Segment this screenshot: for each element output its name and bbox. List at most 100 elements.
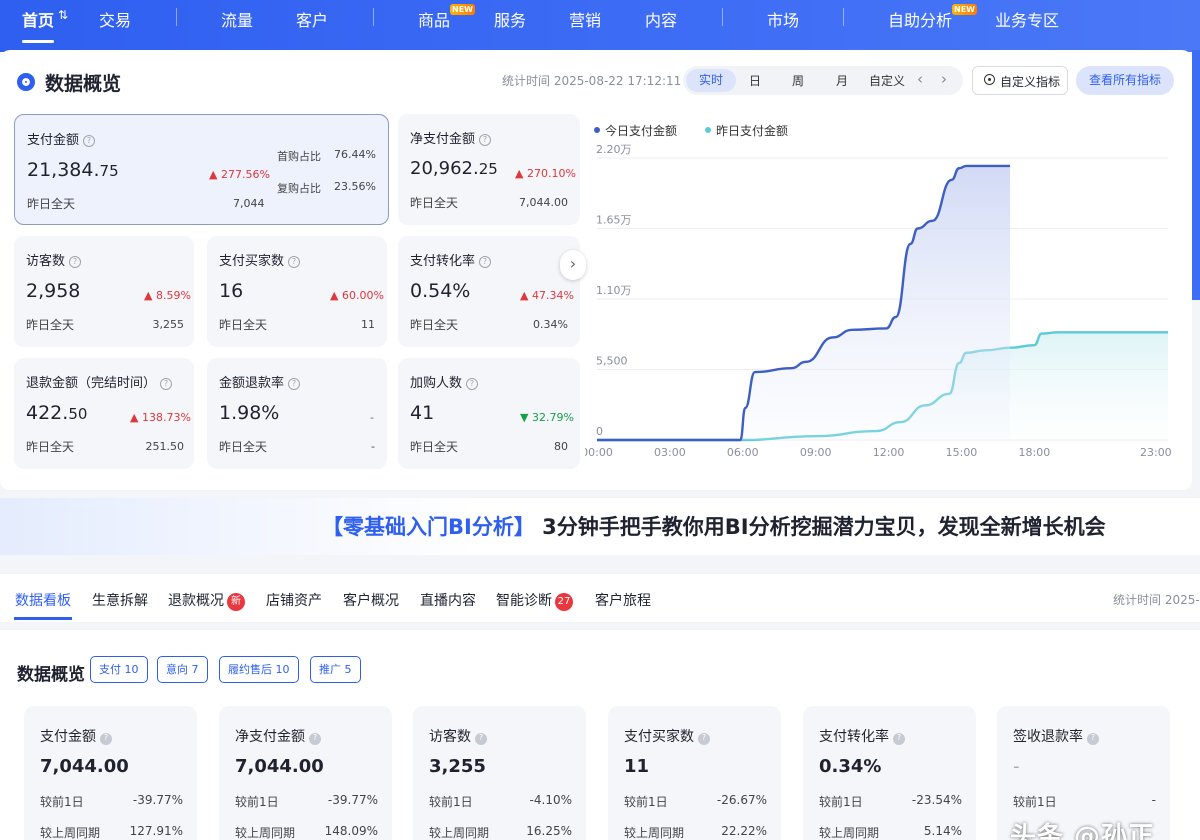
- top-nav: 首页 ⇅ 交易 流量 客户 商品 NEW 服务 营销 内容 市场 自助分析 NE…: [0, 0, 1200, 52]
- help-icon[interactable]: ?: [83, 135, 96, 147]
- kpi-card[interactable]: 访客数? 3,255 较前1日 -4.10% 较上周同期 16.25%: [413, 706, 586, 840]
- nav-item-business-zone[interactable]: 业务专区: [995, 7, 1059, 31]
- tab-store-assets[interactable]: 店铺资产: [266, 590, 322, 610]
- metric-card-net-pay-amount[interactable]: 净支付金额? 20,962.25 ▲ 270.10% 昨日全天 7,044.00: [398, 114, 580, 225]
- tab-smart-diagnosis[interactable]: 智能诊断 27: [496, 590, 573, 611]
- metric-value: 2,958: [26, 280, 81, 302]
- nav-item-customer[interactable]: 客户: [296, 7, 328, 31]
- period-custom[interactable]: 自定义: [869, 72, 905, 89]
- yesterday-value: 7,044.00: [519, 196, 568, 209]
- metric-card-visitors[interactable]: 访客数? 2,958 ▲ 8.59% 昨日全天 3,255: [14, 236, 194, 347]
- x-tick-label: 15:00: [946, 446, 978, 459]
- tab-refund-overview[interactable]: 退款概况新: [168, 590, 245, 611]
- help-icon[interactable]: ?: [309, 733, 321, 745]
- compare-label: 较前1日: [819, 795, 863, 809]
- kpi-card[interactable]: 支付金额? 7,044.00 较前1日 -39.77% 较上周同期 127.91…: [24, 706, 197, 840]
- stat-time: 统计时间 2025-08-22 17:12:11: [502, 74, 682, 88]
- metric-label: 加购人数?: [410, 372, 479, 391]
- help-icon[interactable]: ?: [100, 733, 112, 745]
- nav-item-trade[interactable]: 交易: [99, 7, 131, 31]
- payment-line-chart: 0 5,500 1.10万 1.65万 2.20万 00:00 03:00 06:00 09:0…: [585, 123, 1172, 459]
- help-icon[interactable]: ?: [475, 733, 487, 745]
- tab-business-breakdown[interactable]: 生意拆解: [92, 590, 148, 610]
- metric-label: 访客数?: [26, 250, 82, 269]
- tab-live-content[interactable]: 直播内容: [420, 590, 476, 610]
- yesterday-label: 昨日全天: [26, 318, 75, 332]
- chip-intent[interactable]: 意向 7: [157, 656, 208, 683]
- metric-card-conversion[interactable]: 支付转化率? 0.54% ▲ 47.34% 昨日全天 0.34%: [398, 236, 580, 347]
- metric-value-int: 21,384.: [27, 159, 100, 181]
- nav-item-service[interactable]: 服务: [494, 7, 526, 31]
- period-week[interactable]: 周: [792, 72, 804, 89]
- period-realtime[interactable]: 实时: [686, 69, 736, 92]
- help-icon[interactable]: ?: [160, 378, 173, 390]
- metric-value: 21,384.75: [27, 159, 119, 181]
- series-area: [597, 165, 1011, 440]
- nav-divider: [722, 8, 723, 26]
- metric-card-add-to-cart[interactable]: 加购人数? 41 ▼ 32.79% 昨日全天 80: [398, 358, 580, 469]
- new-badge: 新: [227, 593, 245, 611]
- stat-time: 统计时间 2025-0: [1113, 593, 1200, 607]
- kpi-label: 支付金额?: [40, 726, 112, 746]
- yesterday-label: 昨日全天: [26, 440, 75, 454]
- legend-marker: [705, 127, 711, 133]
- nav-item-goods[interactable]: 商品: [418, 7, 450, 31]
- tab-customer-overview[interactable]: 客户概况: [343, 590, 399, 610]
- new-badge: NEW: [450, 4, 475, 15]
- help-icon[interactable]: ?: [69, 256, 82, 268]
- period-day[interactable]: 日: [749, 72, 761, 89]
- swap-icon: ⇅: [58, 8, 69, 22]
- yesterday-label: 昨日全天: [219, 440, 268, 454]
- page-title: 数据概览: [45, 73, 122, 95]
- help-icon[interactable]: ?: [479, 134, 492, 146]
- help-icon[interactable]: ?: [466, 378, 479, 390]
- legend-label: 昨日支付金额: [716, 123, 788, 138]
- metric-label-text: 金额退款率: [219, 376, 285, 391]
- chip-fulfillment[interactable]: 履约售后 10: [219, 656, 299, 683]
- tab-dashboard[interactable]: 数据看板: [15, 590, 71, 610]
- chip-payment[interactable]: 支付 10: [90, 656, 148, 683]
- help-icon[interactable]: ?: [698, 733, 710, 745]
- chevron-right-icon[interactable]: ›: [941, 70, 947, 88]
- nav-item-content[interactable]: 内容: [645, 7, 677, 31]
- compare-value: 16.25%: [526, 824, 572, 838]
- nav-item-traffic[interactable]: 流量: [221, 7, 253, 31]
- metric-card-buyers[interactable]: 支付买家数? 16 ▲ 60.00% 昨日全天 11: [207, 236, 387, 347]
- dashboard-tabs: 数据看板 生意拆解 退款概况新 店铺资产 客户概况 直播内容 智能诊断 27 客户…: [0, 574, 1200, 622]
- custom-metrics-button[interactable]: 自定义指标: [972, 66, 1068, 95]
- nav-item-market[interactable]: 市场: [767, 7, 799, 31]
- count-badge: 27: [555, 593, 573, 611]
- nav-item-self-analysis[interactable]: 自助分析: [888, 7, 952, 31]
- compare-value: -39.77%: [327, 793, 378, 807]
- nav-item-home[interactable]: 首页: [22, 7, 54, 31]
- metric-card-refund-rate[interactable]: 金额退款率? 1.98% - 昨日全天 -: [207, 358, 387, 469]
- x-tick-label: 23:00: [1140, 446, 1172, 459]
- metric-card-pay-amount[interactable]: 支付金额? 21,384.75 ▲ 277.56% 首购占比 76.44% 复购…: [14, 114, 389, 225]
- chevron-left-icon[interactable]: ‹: [917, 70, 923, 88]
- x-tick-label: 06:00: [727, 446, 759, 459]
- compare-label: 较上周同期: [624, 826, 685, 840]
- chevron-right-icon[interactable]: ›: [560, 250, 586, 280]
- nav-active-underline: [22, 40, 54, 43]
- help-icon[interactable]: ?: [1087, 733, 1099, 745]
- view-all-metrics-button[interactable]: 查看所有指标: [1076, 66, 1174, 95]
- help-icon[interactable]: ?: [288, 256, 301, 268]
- metric-label-text: 支付金额: [27, 133, 80, 148]
- compare-label: 较上周同期: [40, 826, 101, 840]
- overview-logo-icon: [17, 73, 35, 91]
- kpi-card[interactable]: 净支付金额? 7,044.00 较前1日 -39.77% 较上周同期 148.0…: [219, 706, 392, 840]
- metric-card-refund-amount[interactable]: 退款金额（完结时间）? 422.50 ▲ 138.73% 昨日全天 251.50: [14, 358, 194, 469]
- kpi-card[interactable]: 支付买家数? 11 较前1日 -26.67% 较上周同期 22.22%: [608, 706, 781, 840]
- y-tick-label: 5,500: [596, 355, 628, 368]
- tab-customer-journey[interactable]: 客户旅程: [595, 590, 651, 610]
- kpi-card[interactable]: 支付转化率? 0.34% 较前1日 -23.54% 较上周同期 5.14%: [803, 706, 976, 840]
- help-icon[interactable]: ?: [479, 256, 492, 268]
- promo-banner[interactable]: 【零基础入门BI分析】 3分钟手把手教你用BI分析挖掘潜力宝贝，发现全新增长机会: [0, 498, 1200, 555]
- chip-promotion[interactable]: 推广 5: [310, 656, 361, 683]
- kpi-label-text: 签收退款率: [1013, 729, 1083, 745]
- nav-item-marketing[interactable]: 营销: [569, 7, 601, 31]
- help-icon[interactable]: ?: [288, 378, 301, 390]
- help-icon[interactable]: ?: [893, 733, 905, 745]
- period-month[interactable]: 月: [836, 72, 848, 89]
- legend-label: 今日支付金额: [605, 123, 677, 138]
